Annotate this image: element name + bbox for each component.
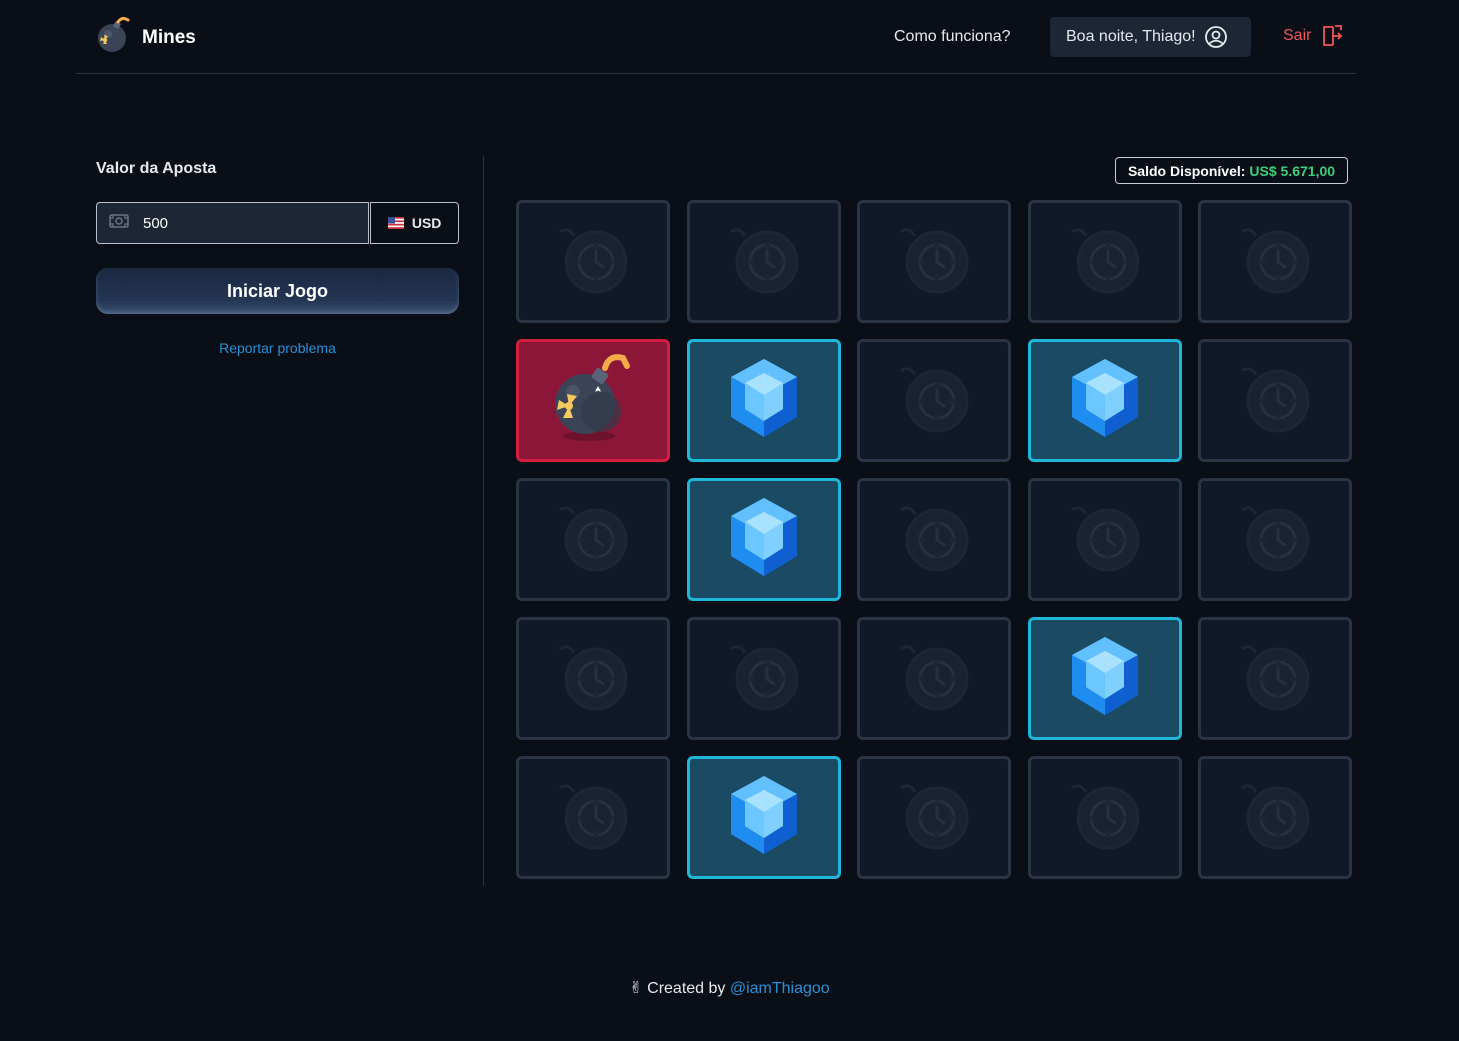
tile-hidden[interactable] [1198, 478, 1352, 601]
hidden-mine-icon [1236, 359, 1314, 442]
author-handle-link[interactable]: @iamThiagoo [730, 980, 830, 997]
balance-badge: Saldo Disponível: US$ 5.671,00 [1115, 157, 1348, 184]
logout-button[interactable]: Sair [1283, 24, 1343, 48]
tile-hidden[interactable] [1027, 756, 1182, 879]
hidden-mine-icon [1066, 776, 1144, 859]
hidden-mine-icon [554, 776, 632, 859]
tile-hidden[interactable] [1027, 200, 1182, 323]
us-flag-icon [387, 217, 404, 229]
bet-amount-field[interactable] [96, 202, 370, 244]
tile-hidden[interactable] [857, 339, 1011, 462]
hidden-mine-icon [895, 220, 973, 303]
hidden-mine-icon [725, 220, 803, 303]
hidden-mine-icon [725, 637, 803, 720]
user-circle-icon [1204, 25, 1228, 49]
hidden-mine-icon [895, 776, 973, 859]
report-problem-link[interactable]: Reportar problema [96, 340, 459, 356]
start-game-button[interactable]: Iniciar Jogo [96, 268, 459, 314]
tile-gem[interactable] [1027, 339, 1182, 462]
tile-hidden[interactable] [857, 756, 1011, 879]
tile-bomb[interactable] [516, 339, 670, 462]
tile-hidden[interactable] [516, 617, 670, 740]
hidden-mine-icon [1066, 220, 1144, 303]
greeting-text: Boa noite, Thiago! [1066, 28, 1196, 45]
banknote-icon [109, 213, 129, 233]
gem-icon [725, 494, 803, 585]
tile-hidden[interactable] [857, 478, 1011, 601]
app-name: Mines [142, 26, 196, 48]
hidden-mine-icon [895, 498, 973, 581]
hidden-mine-icon [1236, 498, 1314, 581]
hidden-mine-icon [1236, 220, 1314, 303]
tile-hidden[interactable] [516, 200, 670, 323]
bet-amount-label: Valor da Aposta [96, 160, 217, 177]
bomb-icon [545, 350, 641, 451]
bet-panel: Valor da Aposta 500 USD Iniciar Jogo Rep… [96, 160, 459, 356]
tile-gem[interactable] [686, 478, 841, 601]
tile-gem[interactable] [686, 756, 841, 879]
user-greeting-button[interactable]: Boa noite, Thiago! [1050, 17, 1251, 57]
currency-code: USD [411, 215, 442, 231]
tile-hidden[interactable] [1198, 200, 1352, 323]
tile-hidden[interactable] [857, 617, 1011, 740]
bomb-logo-icon [96, 16, 132, 59]
tile-hidden[interactable] [857, 200, 1011, 323]
tile-hidden[interactable] [1198, 617, 1352, 740]
tile-hidden[interactable] [686, 617, 841, 740]
gem-icon [725, 355, 803, 446]
gem-icon [1066, 633, 1144, 724]
hidden-mine-icon [554, 637, 632, 720]
hidden-mine-icon [1066, 498, 1144, 581]
logo[interactable]: Mines [96, 16, 196, 59]
hidden-mine-icon [895, 359, 973, 442]
hidden-mine-icon [895, 637, 973, 720]
logout-label: Sair [1283, 27, 1312, 44]
how-it-works-link[interactable]: Como funciona? [894, 28, 1011, 46]
panel-divider [483, 156, 484, 886]
tile-hidden[interactable] [1027, 478, 1182, 601]
footer: ✌ Created by @iamThiagoo [0, 978, 1459, 998]
gem-icon [725, 772, 803, 863]
hidden-mine-icon [1236, 637, 1314, 720]
tile-gem[interactable] [686, 339, 841, 462]
tile-hidden[interactable] [1198, 339, 1352, 462]
hidden-mine-icon [554, 220, 632, 303]
hidden-mine-icon [554, 498, 632, 581]
tile-hidden[interactable] [1198, 756, 1352, 879]
balance-label: Saldo Disponível: [1127, 162, 1246, 179]
victory-hand-emoji: ✌ [629, 980, 643, 997]
bet-amount-input[interactable] [143, 214, 343, 232]
gem-icon [1066, 355, 1144, 446]
tile-hidden[interactable] [516, 756, 670, 879]
currency-select[interactable]: USD [370, 202, 459, 244]
tile-hidden[interactable] [686, 200, 841, 323]
logout-icon [1321, 24, 1343, 48]
tile-gem[interactable] [1027, 617, 1182, 740]
footer-text: Created by [647, 980, 726, 997]
header: Mines Como funciona? Boa noite, Thiago! … [76, 0, 1356, 74]
tile-hidden[interactable] [516, 478, 670, 601]
balance-value: US$ 5.671,00 [1249, 162, 1336, 179]
hidden-mine-icon [1236, 776, 1314, 859]
bet-input-row: USD [96, 202, 459, 244]
